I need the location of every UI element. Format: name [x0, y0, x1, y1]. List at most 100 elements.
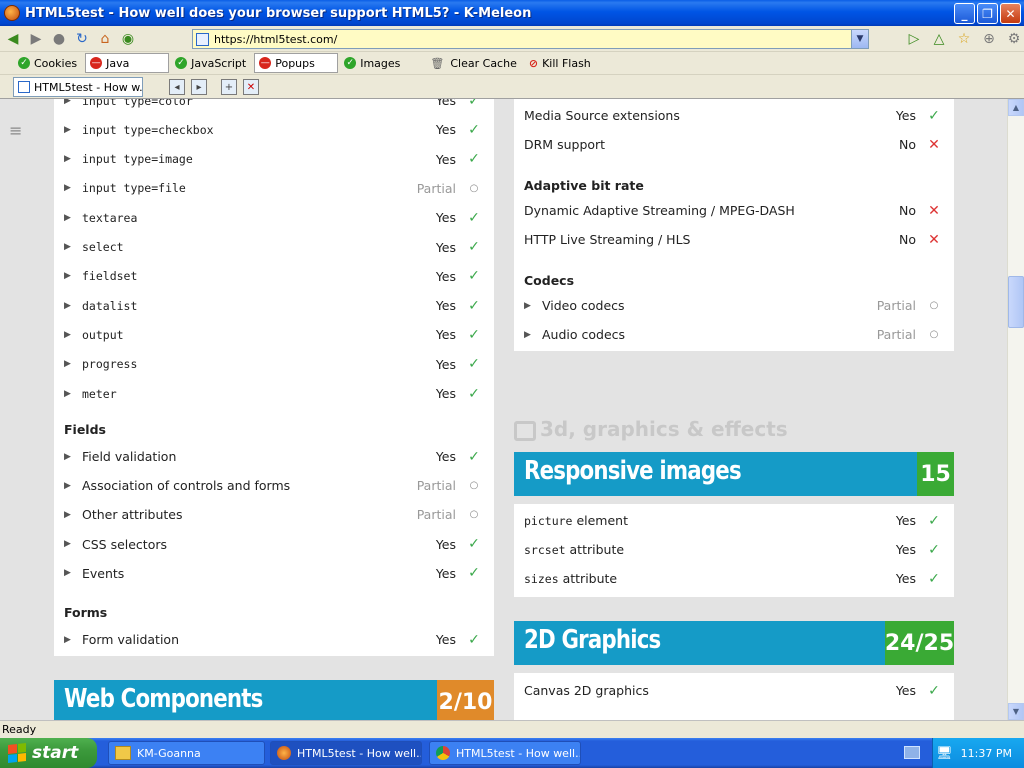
feature-result: Yes — [435, 386, 456, 401]
monitor-tray-icon[interactable]: 🖥 — [936, 746, 953, 761]
feature-row[interactable]: ▶ input type=color Yes ✓ — [64, 99, 484, 115]
tab-next-icon[interactable]: ▸ — [191, 79, 207, 95]
expand-triangle-icon[interactable]: ▶ — [64, 510, 82, 520]
feature-result: Yes — [895, 571, 916, 587]
feature-row[interactable]: ▶ output Yes ✓ — [64, 320, 484, 349]
scroll-down-icon[interactable]: ▼ — [1008, 703, 1024, 720]
windows-taskbar: start KM-Goanna HTML5test - How well... … — [0, 738, 1024, 768]
scrollbar-thumb[interactable] — [1008, 276, 1024, 328]
expand-triangle-icon[interactable]: ▶ — [524, 301, 542, 311]
feature-row[interactable]: ▶ input type=file Partial ○ — [64, 174, 484, 203]
expand-triangle-icon[interactable]: ▶ — [64, 99, 82, 106]
feature-row[interactable]: ▶ Field validation Yes ✓ — [64, 442, 484, 471]
feature-row[interactable]: ▶ input type=checkbox Yes ✓ — [64, 115, 484, 144]
expand-triangle-icon[interactable]: ▶ — [524, 330, 542, 340]
feature-row[interactable]: ▶ CSS selectors Yes ✓ — [64, 530, 484, 559]
feature-label: sizes attribute — [524, 571, 856, 586]
expand-triangle-icon[interactable]: ▶ — [64, 301, 82, 311]
address-bar[interactable]: https://html5test.com/ ▼ — [192, 29, 869, 49]
clock[interactable]: 11:37 PM — [961, 747, 1012, 760]
expand-triangle-icon[interactable]: ▶ — [64, 242, 82, 252]
feature-row[interactable]: ▶ progress Yes ✓ — [64, 350, 484, 379]
java-toggle[interactable]: — Java — [85, 53, 170, 73]
vertical-scrollbar[interactable]: ▲ ▼ — [1007, 99, 1024, 720]
feature-row[interactable]: ▶ Audio codecs Partial ○ — [524, 320, 944, 349]
minimize-button[interactable]: _ — [954, 3, 975, 24]
expand-triangle-icon[interactable]: ▶ — [64, 481, 82, 491]
feature-row[interactable]: ▶ fieldset Yes ✓ — [64, 262, 484, 291]
feature-row[interactable]: ▶ datalist Yes ✓ — [64, 291, 484, 320]
menu-icon[interactable]: ≡ — [9, 123, 27, 139]
cookies-toggle[interactable]: ✓ Cookies — [14, 53, 83, 73]
tab-html5test[interactable]: HTML5test - How w... — [13, 77, 143, 97]
feature-row[interactable]: ▶ select Yes ✓ — [64, 233, 484, 262]
stop-icon[interactable]: ● — [49, 29, 69, 49]
feature-label: input type=image — [82, 152, 193, 167]
feature-row[interactable]: ▶ Form validation Yes ✓ — [64, 625, 484, 654]
check-icon: ✓ — [468, 536, 480, 553]
expand-triangle-icon[interactable]: ▶ — [64, 539, 82, 549]
compass-icon[interactable]: ⊕ — [979, 29, 999, 49]
feature-result: Partial — [876, 298, 916, 313]
feature-row[interactable]: ▶ Association of controls and forms Partia… — [64, 471, 484, 500]
close-tab-icon[interactable]: ✕ — [243, 79, 259, 95]
taskbar-item-km-goanna[interactable]: KM-Goanna — [108, 741, 265, 765]
restore-button[interactable]: ❐ — [977, 3, 998, 24]
taskbar-item-chrome[interactable]: HTML5test - How well... — [429, 741, 581, 765]
gear-icon[interactable]: ⚙ — [1004, 29, 1024, 49]
feature-row[interactable]: ▶ Video codecs Partial ○ — [524, 291, 944, 320]
forward-arrow-icon[interactable]: ▶ — [26, 29, 46, 49]
clear-cache-button[interactable]: 🗑 Clear Cache — [426, 53, 522, 73]
images-toggle[interactable]: ✓ Images — [340, 53, 406, 73]
tab-prev-icon[interactable]: ◂ — [169, 79, 185, 95]
taskbar-item-kmeleon[interactable]: HTML5test - How well... — [270, 741, 422, 765]
expand-triangle-icon[interactable]: ▶ — [64, 635, 82, 645]
blocked-icon: — — [90, 57, 103, 69]
web-components-score: 2/10 — [437, 680, 494, 720]
expand-triangle-icon[interactable]: ▶ — [64, 271, 82, 281]
kill-flash-button[interactable]: ⊘ Kill Flash — [525, 53, 597, 73]
responsive-images-banner[interactable]: Responsive images 15 — [514, 452, 954, 496]
feature-row: HTTP Live Streaming / HLS No ✕ — [524, 225, 944, 254]
feature-label: meter — [82, 386, 117, 401]
check-icon: ✓ — [468, 326, 480, 343]
address-dropdown-icon[interactable]: ▼ — [851, 30, 868, 48]
feature-row[interactable]: ▶ Other attributes Partial ○ — [64, 500, 484, 529]
feature-row[interactable]: ▶ input type=image Yes ✓ — [64, 145, 484, 174]
feature-row[interactable]: ▶ meter Yes ✓ — [64, 379, 484, 408]
feature-label: Audio codecs — [542, 327, 626, 342]
expand-triangle-icon[interactable]: ▶ — [64, 330, 82, 340]
check-icon: ✓ — [468, 385, 480, 402]
start-button[interactable]: start — [0, 738, 97, 768]
expand-triangle-icon[interactable]: ▶ — [64, 452, 82, 462]
address-url[interactable]: https://html5test.com/ — [214, 33, 337, 46]
new-tab-icon[interactable]: + — [221, 79, 237, 95]
scroll-up-icon[interactable]: ▲ — [1008, 99, 1024, 116]
expand-triangle-icon[interactable]: ▶ — [64, 154, 82, 164]
home-icon[interactable]: ⌂ — [95, 29, 115, 49]
feature-result: Yes — [435, 449, 456, 464]
up-arrow-icon[interactable]: △ — [929, 29, 949, 49]
bookmark-star-icon[interactable]: ☆ — [954, 29, 974, 49]
close-button[interactable]: ✕ — [1000, 3, 1021, 24]
2d-graphics-banner[interactable]: 2D Graphics 24/25 — [514, 621, 954, 665]
expand-triangle-icon[interactable]: ▶ — [64, 359, 82, 369]
history-icon[interactable]: ◉ — [118, 29, 138, 49]
feature-row[interactable]: ▶ Events Yes ✓ — [64, 559, 484, 588]
feature-row[interactable]: ▶ textarea Yes ✓ — [64, 203, 484, 232]
expand-triangle-icon[interactable]: ▶ — [64, 125, 82, 135]
back-arrow-icon[interactable]: ◀ — [3, 29, 23, 49]
expand-triangle-icon[interactable]: ▶ — [64, 568, 82, 578]
expand-triangle-icon[interactable]: ▶ — [64, 213, 82, 223]
start-label: start — [32, 743, 79, 763]
expand-triangle-icon[interactable]: ▶ — [64, 183, 82, 193]
go-arrow-icon[interactable]: ▷ — [904, 29, 924, 49]
javascript-toggle[interactable]: ✓ JavaScript — [171, 53, 252, 73]
web-components-banner[interactable]: Web Components 2/10 — [54, 680, 494, 720]
expand-triangle-icon[interactable]: ▶ — [64, 389, 82, 399]
check-icon: ✓ — [468, 99, 480, 109]
keyboard-tray-icon[interactable] — [904, 746, 920, 759]
feature-result: Yes — [435, 151, 456, 167]
reload-icon[interactable]: ↻ — [72, 29, 92, 49]
popups-toggle[interactable]: — Popups — [254, 53, 339, 73]
